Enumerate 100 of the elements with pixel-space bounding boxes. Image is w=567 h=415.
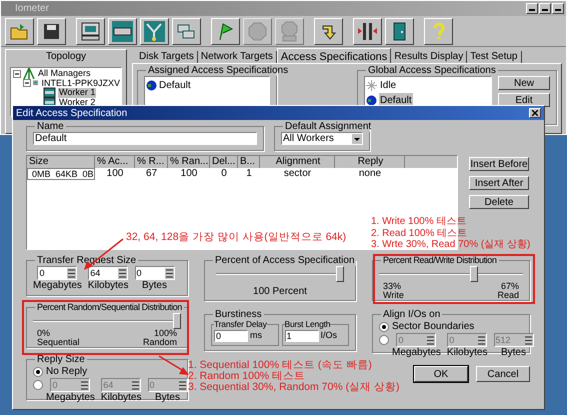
toolbar-button[interactable] xyxy=(108,18,137,44)
worker-icon xyxy=(43,87,56,98)
column-header[interactable]: Size xyxy=(27,156,95,168)
field-caption: Transfer Delay xyxy=(214,320,267,329)
minimize-button[interactable] xyxy=(526,3,538,14)
slider-thumb[interactable] xyxy=(470,266,478,282)
dialog-title: Edit Access Specification xyxy=(16,106,128,120)
group-title: Percent Read/Write Distribution xyxy=(382,255,498,266)
toolbar-button[interactable] xyxy=(140,18,169,44)
radio-button[interactable] xyxy=(33,366,43,376)
spin-arrows-icon xyxy=(67,268,76,278)
toolbar-button[interactable] xyxy=(37,18,66,44)
column-header[interactable]: Reply xyxy=(335,156,405,168)
collapse-toggle-icon[interactable] xyxy=(23,79,31,88)
tree-item[interactable]: Worker 2 xyxy=(58,98,96,107)
tab[interactable]: Access Specifications xyxy=(276,48,392,63)
percent-label: 33% xyxy=(383,282,402,291)
radio-button[interactable] xyxy=(379,322,389,332)
assignment-dropdown[interactable]: All Workers xyxy=(281,132,363,145)
radio-label[interactable]: Sector Boundaries xyxy=(392,319,474,334)
column-header[interactable]: Alignment xyxy=(260,156,335,168)
group-title: Default Assignment xyxy=(284,121,372,132)
group-title: Align I/Os on xyxy=(382,309,442,320)
list-item[interactable]: Idle xyxy=(379,78,398,93)
dialog-button[interactable]: Cancel xyxy=(476,366,530,382)
radio-button[interactable] xyxy=(379,335,389,345)
toolbar-button[interactable] xyxy=(353,18,382,44)
number-field[interactable]: 0 xyxy=(214,330,248,342)
column-header[interactable]: Del... xyxy=(210,156,238,168)
radio-button[interactable] xyxy=(33,380,43,390)
field-label: Bytes xyxy=(154,392,180,404)
field-label: Megabytes xyxy=(33,280,82,292)
name-field[interactable]: Default xyxy=(33,132,257,145)
close-button[interactable] xyxy=(552,3,564,14)
number-field[interactable]: 64 xyxy=(88,266,128,280)
toolbar-button[interactable] xyxy=(211,18,240,44)
spin-arrows-icon xyxy=(131,380,140,390)
column-header[interactable]: % Ran... xyxy=(168,156,210,168)
list-item[interactable]: Default xyxy=(159,78,191,93)
percent-label: 0% xyxy=(37,329,52,338)
collapse-toggle-icon[interactable] xyxy=(13,70,21,78)
tree-item[interactable]: Worker 1 xyxy=(58,88,96,98)
spin-arrows-icon xyxy=(118,268,128,278)
dialog-button[interactable]: OK xyxy=(414,366,468,382)
percent-caption: Random xyxy=(142,338,177,347)
group-title: Burstiness xyxy=(214,309,263,320)
group-title: Percent of Access Specification xyxy=(214,255,356,266)
slider-thumb[interactable] xyxy=(336,266,344,282)
network-icon xyxy=(23,67,35,80)
number-field[interactable]: 0 xyxy=(134,266,174,280)
number-field[interactable]: 0 xyxy=(37,266,78,280)
stop-icon xyxy=(246,20,269,42)
close-button[interactable] xyxy=(529,108,541,118)
tree-item[interactable]: All Managers xyxy=(37,69,92,78)
field-label: Kilobytes xyxy=(88,280,128,292)
percent-caption: Sequential xyxy=(37,338,80,347)
toolbar-button[interactable] xyxy=(424,18,453,44)
group-title: Global Access Specifications xyxy=(367,65,497,76)
column-header[interactable]: B... xyxy=(238,156,260,168)
number-field[interactable]: 1 xyxy=(284,330,318,342)
table-cell-text: none xyxy=(358,168,382,180)
dialog-button[interactable]: Insert Before xyxy=(469,157,529,171)
column-header[interactable]: % R... xyxy=(135,156,168,168)
group-title: Reply Size xyxy=(36,354,86,365)
slider-thumb[interactable] xyxy=(173,313,181,329)
dialog-button[interactable]: Insert After xyxy=(469,176,529,190)
table-cell-text: 1 xyxy=(245,168,253,180)
annotation-note: 2. Read 100% 테스트 xyxy=(371,228,468,239)
annotation-note: 3. Sequential 30%, Random 70% (실재 상황) xyxy=(188,382,400,393)
radio-label[interactable]: No Reply xyxy=(46,364,88,379)
toolbar-button[interactable] xyxy=(385,18,414,44)
toolbar-button[interactable] xyxy=(172,18,201,44)
computer-icon xyxy=(79,20,102,42)
percent-caption: Write xyxy=(383,291,404,300)
group-title: Assigned Access Specifications xyxy=(147,65,290,76)
annotation-note: 3. Wrte 30%, Read 70% (실재 상황) xyxy=(371,239,530,250)
table-cell-text: 100 xyxy=(106,168,124,180)
field-caption: Burst Length xyxy=(284,320,330,329)
unit-label: I/Os xyxy=(320,329,338,342)
toolbar-button[interactable] xyxy=(5,18,34,44)
globe-icon xyxy=(366,95,377,106)
window-title: Iometer xyxy=(15,2,50,16)
dialog-button[interactable]: New xyxy=(498,76,550,90)
maximize-button[interactable] xyxy=(539,3,551,14)
percent-label: 100% xyxy=(154,329,177,338)
column-header[interactable]: % Ac... xyxy=(95,156,135,168)
field-label: Bytes xyxy=(500,347,526,359)
annotation-note: 2. Random 100% 테스트 xyxy=(188,371,306,382)
toolbar-button[interactable] xyxy=(76,18,105,44)
tree-item[interactable]: INTEL1-PPK9JZXV xyxy=(40,78,121,88)
percent-reading: 100 Percent xyxy=(253,285,307,299)
percent-caption: Read xyxy=(497,291,519,300)
spin-arrows-icon xyxy=(178,380,186,390)
dialog-button[interactable]: Delete xyxy=(469,195,529,209)
toolbar-button[interactable] xyxy=(314,18,343,44)
spin-arrows-icon xyxy=(524,334,532,346)
field-label: Megabytes xyxy=(46,392,95,404)
table-cell-text: sector xyxy=(282,168,312,180)
field-label: Kilobytes xyxy=(100,392,142,404)
sparkle-icon xyxy=(366,80,377,91)
